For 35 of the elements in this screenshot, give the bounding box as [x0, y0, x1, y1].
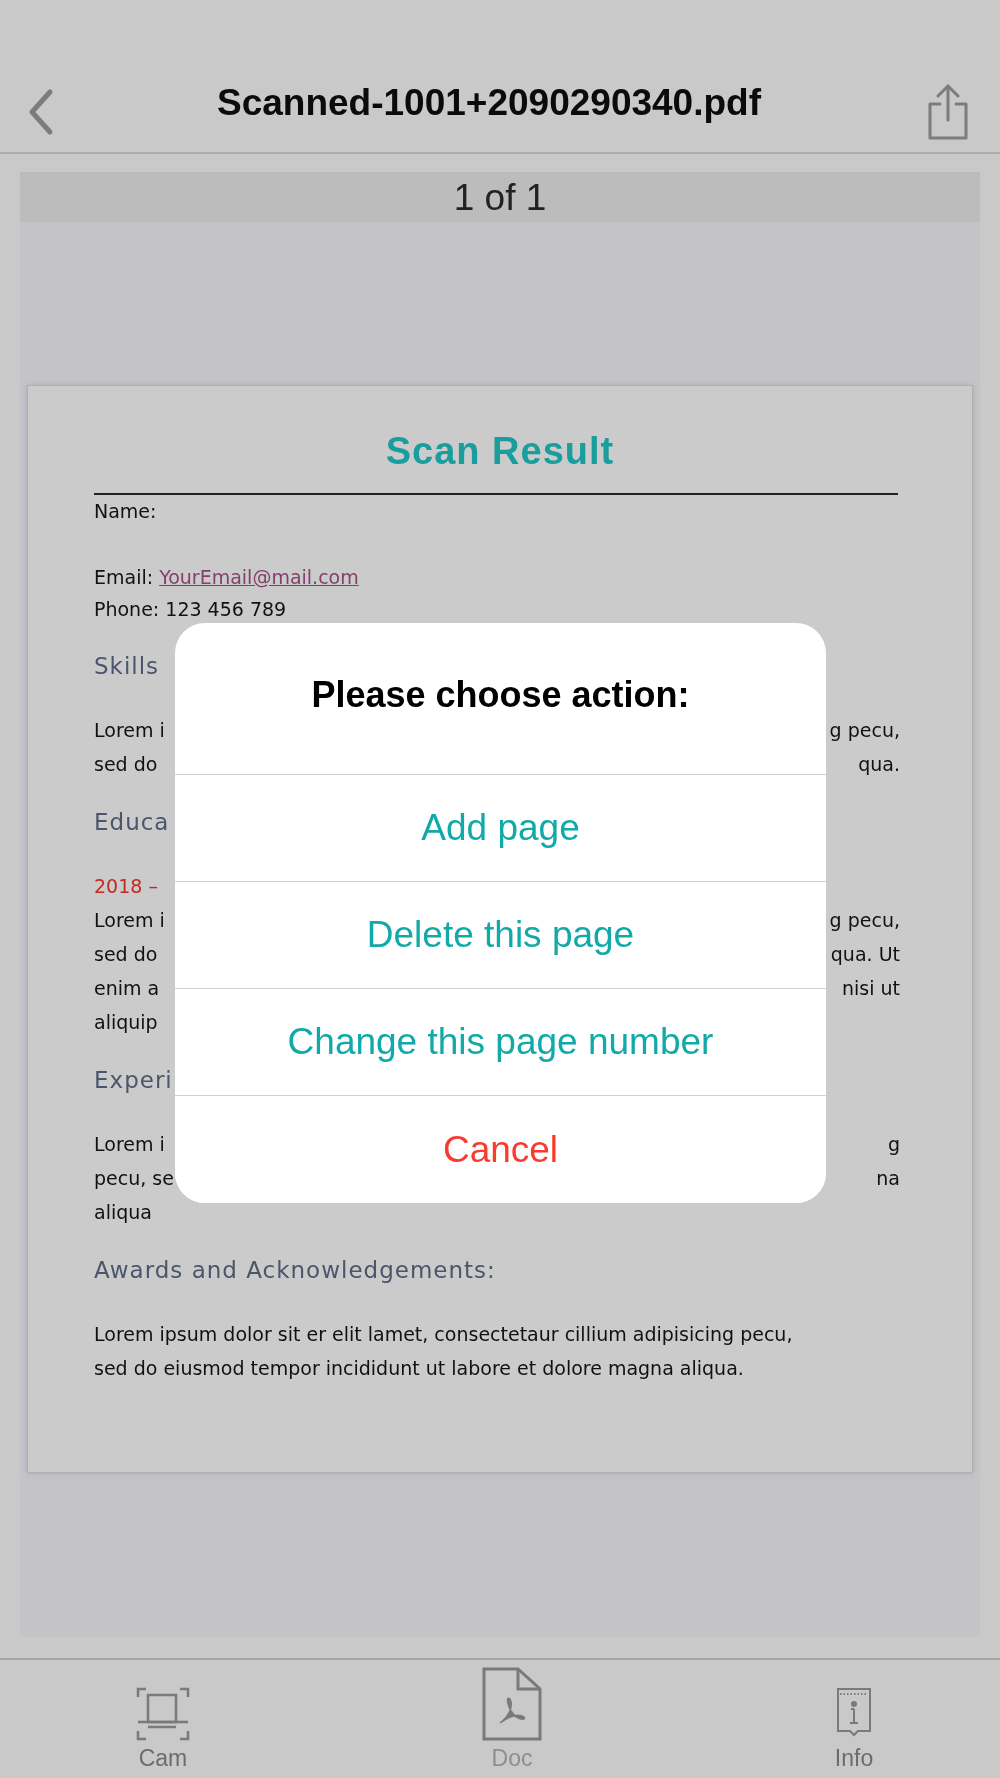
scan-frame-icon	[136, 1687, 190, 1741]
document-paragraph: Lorem ipsum dolor sit er elit lamet, consectetaur cillium adipisicing pecu, sed do eiusmod tempor incididunt ut labore et dolore magna aliqua.	[94, 1322, 794, 1381]
document-text: qua.	[858, 752, 900, 777]
document-text: g	[887, 1132, 900, 1157]
document-text: sed do	[94, 752, 158, 777]
document-text: aliquip	[94, 1010, 158, 1035]
section-heading: Experi	[94, 1066, 173, 1095]
document-title: Scanned-1001+2090290340.pdf	[215, 82, 762, 124]
tab-item[interactable]: Info	[834, 1660, 874, 1772]
section-heading: Educa	[94, 808, 170, 837]
back-icon[interactable]	[28, 88, 54, 136]
document-text: enim a	[94, 976, 160, 1001]
email-label: Email:	[94, 566, 154, 588]
tab-item[interactable]: Cam	[136, 1660, 190, 1772]
tab-item[interactable]: Doc	[482, 1660, 542, 1772]
document-text: aliqua	[94, 1200, 152, 1225]
document-text: g pecu,	[829, 908, 900, 933]
document-text: qua. Ut	[830, 942, 900, 967]
document-text: pecu, se	[94, 1166, 174, 1191]
document-text: Phone: 123 456 789	[94, 597, 287, 622]
section-heading: Awards and Acknowledgements:	[94, 1256, 496, 1285]
date-text: 2018 –	[94, 874, 158, 899]
document-text: g pecu,	[829, 718, 900, 743]
document-text: Lorem i	[94, 718, 165, 743]
document-text: Lorem i	[94, 908, 165, 933]
section-heading: Skills	[94, 652, 160, 681]
document-text: Name:	[94, 499, 157, 524]
document-heading: Scan Result	[384, 430, 616, 473]
page-indicator: 1 of 1	[20, 172, 980, 222]
file-icon	[482, 1667, 542, 1741]
document-text: Lorem i	[94, 1132, 165, 1157]
document-text: nisi ut	[841, 976, 900, 1001]
document-text: sed do	[94, 942, 158, 967]
document-text: na	[876, 1166, 900, 1191]
email-link[interactable]: YourEmail@mail.com	[159, 566, 359, 588]
